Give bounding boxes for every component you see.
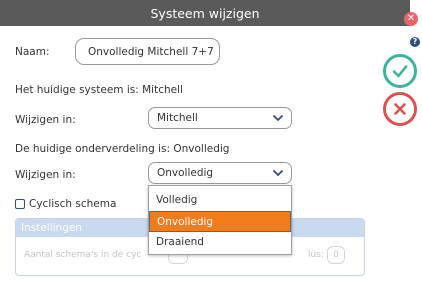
- cycle-label: lus:: [308, 250, 324, 260]
- cancel-button[interactable]: [383, 92, 417, 126]
- change-system-label: Wijzigen in:: [15, 114, 76, 126]
- dropdown-option-draaiend[interactable]: Draaiend: [149, 232, 291, 253]
- dropdown-option-onvolledig[interactable]: Onvolledig: [149, 211, 291, 232]
- check-icon: [392, 65, 408, 78]
- current-system-text: Het huidige systeem is: Mitchell: [15, 84, 183, 96]
- close-icon[interactable]: ✕: [404, 12, 418, 26]
- dropdown-option-volledig[interactable]: Volledig: [149, 190, 291, 211]
- name-label: Naam:: [15, 46, 50, 58]
- x-icon: [394, 103, 406, 115]
- cyclic-checkbox[interactable]: [15, 199, 25, 209]
- chevron-down-icon: [273, 115, 283, 121]
- name-value: Onvolledig Mitchell 7+7: [88, 45, 214, 58]
- division-dropdown-list: Volledig Onvolledig Draaiend: [148, 185, 292, 255]
- division-select[interactable]: Onvolledig: [148, 162, 292, 184]
- help-icon[interactable]: ?: [410, 37, 420, 47]
- dialog-title: Systeem wijzigen: [150, 5, 260, 21]
- system-select-value: Mitchell: [157, 112, 198, 124]
- system-select[interactable]: Mitchell: [148, 107, 292, 129]
- chevron-down-icon: [273, 170, 283, 176]
- confirm-button[interactable]: [383, 54, 417, 88]
- cyclic-label: Cyclisch schema: [29, 198, 117, 210]
- name-field[interactable]: Onvolledig Mitchell 7+7: [75, 38, 220, 65]
- schemas-count-label: Aantal schema's in de cyc: [24, 250, 142, 260]
- cycle-value: 0: [333, 250, 339, 260]
- change-division-label: Wijzigen in:: [15, 169, 76, 181]
- division-select-value: Onvolledig: [157, 167, 214, 179]
- cycle-field[interactable]: 0: [327, 246, 345, 264]
- current-division-text: De huidige onderverdeling is: Onvolledig: [15, 143, 230, 155]
- dialog-title-bar: Systeem wijzigen: [0, 0, 410, 26]
